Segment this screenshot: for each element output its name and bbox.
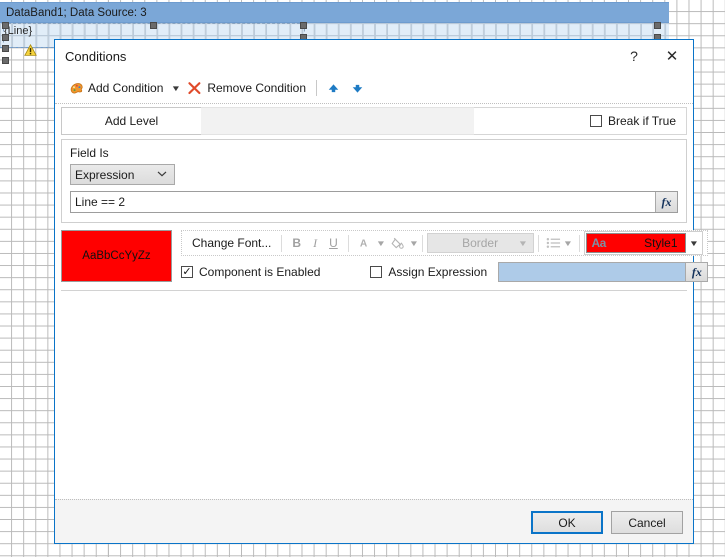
bold-button[interactable]: B [286, 233, 307, 254]
change-font-button[interactable]: Change Font... [186, 233, 277, 254]
field-is-value: Expression [75, 167, 135, 182]
highlight-color-button[interactable] [385, 233, 407, 254]
border-select[interactable]: Border ▼ [426, 233, 534, 253]
resize-handle-n[interactable] [150, 22, 157, 29]
expression-input[interactable] [71, 192, 655, 212]
format-panel: AaBbCcYyZz Change Font... B I U A ▼ ▼ Bo… [61, 230, 709, 291]
resize-handle-w[interactable] [2, 34, 9, 41]
add-condition-icon [70, 82, 83, 93]
dialog-footer: OK Cancel [55, 499, 693, 543]
style-button[interactable]: Aa Style1 [585, 233, 686, 253]
assign-expression-label: Assign Expression [388, 265, 488, 279]
format-options-row: ✓ Component is Enabled Assign Expression… [181, 262, 709, 282]
format-divider-5 [578, 234, 580, 252]
arrow-down-icon [352, 84, 362, 93]
break-if-true-checkbox[interactable] [589, 115, 602, 127]
assign-expression-row: Assign Expression fx [370, 262, 709, 282]
style-caret[interactable]: ▼ [688, 239, 698, 248]
resize-handle-band-ne[interactable] [654, 22, 661, 29]
bulleted-list-icon [546, 238, 560, 248]
format-toolbar: Change Font... B I U A ▼ ▼ Border ▼ ▼ Aa… [181, 230, 709, 256]
svg-text:A: A [360, 238, 368, 249]
assign-expression-fx-button[interactable]: fx [685, 263, 708, 281]
toolbar-divider [316, 80, 318, 96]
checkmark-icon: ✓ [182, 265, 192, 278]
arrow-up-icon [328, 83, 338, 92]
remove-condition-label: Remove Condition [207, 81, 307, 95]
resize-handle-sw[interactable] [2, 45, 9, 52]
assign-expression-input-wrap: fx [498, 262, 709, 282]
dialog-title: Conditions [65, 49, 127, 64]
dialog-content: Add Level Break if True Field Is Express… [55, 107, 709, 516]
databand-header[interactable]: DataBand1; Data Source: 3 [0, 2, 669, 23]
italic-button[interactable]: I [307, 233, 323, 254]
assign-expression-checkbox[interactable] [370, 266, 383, 278]
format-divider-1 [281, 234, 283, 252]
remove-condition-icon [188, 81, 201, 94]
remove-condition-button[interactable]: Remove Condition [184, 77, 309, 99]
levels-spacer [201, 107, 474, 135]
chevron-down-icon [157, 169, 167, 179]
border-chevron-down-icon: ▼ [517, 238, 528, 248]
dialog-toolbar: Add Condition ▼ Remove Condition [55, 73, 693, 104]
cancel-button[interactable]: Cancel [611, 511, 683, 534]
format-controls: Change Font... B I U A ▼ ▼ Border ▼ ▼ Aa… [181, 230, 709, 282]
font-color-icon: A [360, 238, 368, 249]
style-preview: AaBbCcYyZz [61, 230, 172, 282]
break-if-true-container[interactable]: Break if True [474, 107, 687, 135]
underline-button[interactable]: U [323, 233, 344, 254]
expression-fx-button[interactable]: fx [655, 192, 677, 212]
resize-handle-ne[interactable] [300, 22, 307, 29]
style-button-container: Aa Style1 ▼ [583, 231, 704, 255]
move-down-button[interactable] [348, 79, 366, 97]
dialog-title-bar: Conditions ? ✕ [55, 40, 693, 73]
field-is-select[interactable]: Expression [70, 164, 175, 185]
format-divider-4 [537, 234, 539, 252]
dialog-empty-area [55, 291, 693, 516]
bullets-button[interactable]: ▼ [543, 233, 575, 254]
highlight-color-caret[interactable]: ▼ [408, 239, 418, 248]
style-name-label: Style1 [644, 236, 678, 250]
conditions-dialog[interactable]: Conditions ? ✕ Add Condition ▼ Remove Co… [54, 39, 709, 544]
paint-bucket-icon [391, 237, 404, 249]
border-label: Border [462, 236, 499, 250]
font-color-caret[interactable]: ▼ [376, 239, 386, 248]
break-if-true-label: Break if True [607, 114, 676, 128]
component-enabled-checkbox[interactable]: ✓ [181, 266, 193, 278]
close-icon[interactable]: ✕ [659, 44, 685, 68]
ok-button[interactable]: OK [531, 511, 603, 534]
add-level-button[interactable]: Add Level [61, 107, 201, 135]
add-condition-dropdown-caret[interactable]: ▼ [171, 84, 181, 93]
format-divider-2 [347, 234, 349, 252]
help-button[interactable]: ? [621, 44, 647, 68]
bullets-caret[interactable]: ▼ [562, 239, 572, 248]
condition-panel: Field Is Expression fx [61, 139, 687, 223]
format-divider-3 [421, 234, 423, 252]
assign-expression-input[interactable] [499, 263, 686, 281]
add-condition-label: Add Condition [88, 81, 164, 95]
expression-row: fx [70, 191, 678, 213]
move-up-button[interactable] [324, 79, 342, 97]
levels-row: Add Level Break if True [61, 107, 687, 135]
warning-badge-icon [24, 44, 37, 56]
font-color-button[interactable]: A [353, 233, 374, 254]
field-is-label: Field Is [70, 146, 109, 160]
resize-handle-s2[interactable] [2, 57, 9, 64]
style-aa-label: Aa [591, 236, 607, 250]
add-condition-button[interactable]: Add Condition [65, 77, 166, 99]
resize-handle-nw[interactable] [2, 22, 9, 29]
component-enabled-label: Component is Enabled [199, 265, 321, 279]
